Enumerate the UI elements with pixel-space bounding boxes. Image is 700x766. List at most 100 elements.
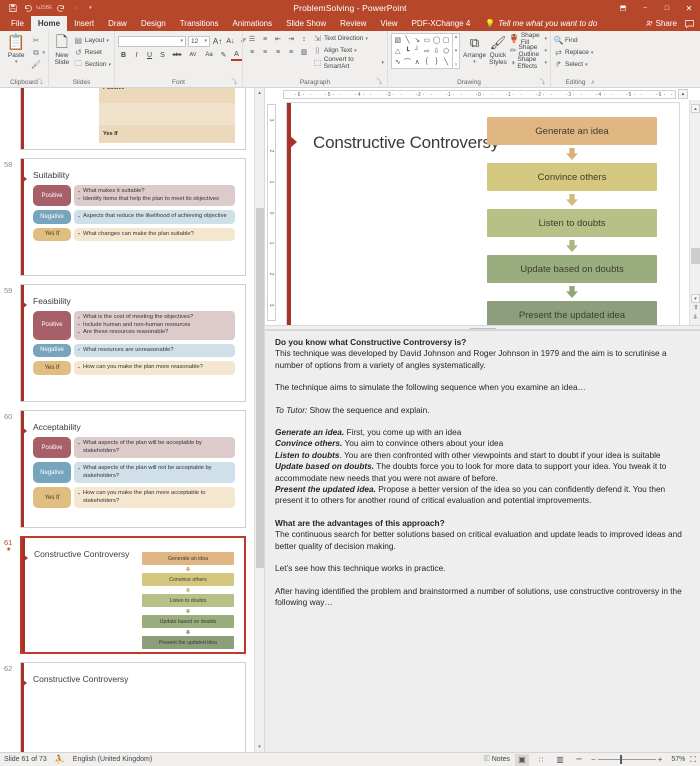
- shapes-gallery[interactable]: ▧ ╲ ↘ ▭ ◯ ▢ △ ┗ ┘ ⇨ ⇩ ⬠ ∿ ⌒ ∧ {} ╲ ▴ ▾ …: [391, 33, 460, 69]
- scrollbar-thumb[interactable]: [256, 208, 264, 568]
- find-button[interactable]: 🔍 Find: [554, 35, 593, 46]
- scroll-up-icon[interactable]: ▴: [255, 88, 264, 98]
- clipboard-dialog-launcher-icon[interactable]: ⤵: [37, 78, 43, 88]
- undo-icon[interactable]: [21, 1, 35, 15]
- scroll-down-icon[interactable]: ▾: [691, 294, 700, 303]
- flow-diagram[interactable]: Generate an idea Convince others Listen …: [487, 117, 657, 329]
- slide-thumbnail-59[interactable]: Feasibility Positive What is the cost of…: [20, 284, 246, 402]
- slide-thumbnail-58[interactable]: Suitability Positive What makes it suita…: [20, 158, 246, 276]
- shape-curve-icon[interactable]: ∿: [393, 56, 403, 67]
- horizontal-ruler-bar[interactable]: 6 5 4 3 2 1 0 1 2 3 4 5 6: [283, 89, 676, 99]
- zoom-out-button[interactable]: −: [591, 755, 596, 764]
- new-slide-button[interactable]: 🗋 New Slide: [52, 33, 72, 67]
- tab-home[interactable]: Home: [30, 16, 68, 31]
- minimize-button[interactable]: −: [634, 0, 656, 16]
- shape-arrow-icon[interactable]: ↘: [412, 35, 422, 46]
- shape-elbow-icon[interactable]: ┗: [403, 46, 413, 57]
- shape-effects-button[interactable]: ◑ Shape Effects ▾: [510, 56, 547, 70]
- shape-pentagon-icon[interactable]: ⬠: [441, 46, 451, 57]
- tab-insert[interactable]: Insert: [67, 16, 101, 31]
- next-slide-icon[interactable]: ⥥: [691, 314, 700, 323]
- shape-oval-icon[interactable]: ◯: [432, 35, 442, 46]
- paste-button[interactable]: 📋 Paste ▾: [3, 33, 29, 66]
- slide-sorter-view-button[interactable]: ∷: [534, 754, 548, 766]
- thumbnail-scrollbar[interactable]: ▴ ▾: [254, 88, 264, 752]
- strikethrough-button[interactable]: abc: [170, 50, 184, 61]
- italic-button[interactable]: I: [131, 50, 142, 61]
- paragraph-dialog-launcher-icon[interactable]: ⤵: [376, 78, 382, 88]
- format-painter-button[interactable]: 🖌: [31, 59, 45, 70]
- gallery-down-icon[interactable]: ▾: [455, 48, 458, 54]
- tab-pdf-xchange[interactable]: PDF-XChange 4: [405, 16, 478, 31]
- text-shadow-button[interactable]: S: [157, 50, 168, 61]
- vertical-ruler[interactable]: 3 2 1 0 1 2 3: [265, 100, 277, 325]
- slide-show-view-button[interactable]: ⎓: [572, 754, 586, 766]
- tab-slide-show[interactable]: Slide Show: [279, 16, 333, 31]
- flow-step-convince-others[interactable]: Convince others: [487, 163, 657, 191]
- ribbon-display-options-icon[interactable]: ⬒: [612, 0, 634, 16]
- arrange-button[interactable]: ⧉ Arrange ▾: [463, 33, 486, 66]
- share-button[interactable]: Share: [646, 19, 677, 28]
- thumbnail-frame-61[interactable]: Constructive Controversy Generate an ide…: [20, 536, 254, 654]
- shape-rounded-rect-icon[interactable]: ▢: [441, 35, 451, 46]
- section-button[interactable]: 🗀 Section ▾: [74, 59, 111, 70]
- zoom-in-button[interactable]: +: [658, 755, 663, 764]
- thumbnail-frame[interactable]: Positive Negative Yes If: [20, 88, 254, 150]
- character-spacing-button[interactable]: AV: [186, 50, 200, 61]
- tab-draw[interactable]: Draw: [101, 16, 134, 31]
- ruler-scroll-up-icon[interactable]: ▴: [678, 89, 688, 99]
- save-icon[interactable]: [6, 1, 20, 15]
- shape-left-brace-icon[interactable]: {: [422, 56, 432, 67]
- font-color-button[interactable]: A: [231, 50, 242, 61]
- select-button[interactable]: ↱ Select ▾: [554, 59, 593, 70]
- increase-font-size-button[interactable]: A↑: [212, 36, 223, 47]
- convert-to-smartart-button[interactable]: ⬚ Convert to SmartArt ▾: [313, 56, 384, 70]
- language-indicator[interactable]: English (United Kingdom): [73, 756, 152, 763]
- zoom-slider-track[interactable]: [597, 755, 656, 764]
- tab-design[interactable]: Design: [134, 16, 173, 31]
- thumbnail-frame-60[interactable]: Acceptability Positive What aspects of t…: [20, 410, 254, 528]
- tab-view[interactable]: View: [373, 16, 404, 31]
- quick-styles-button[interactable]: 🖌 Quick Styles: [489, 33, 507, 66]
- slide-indicator[interactable]: Slide 61 of 73: [4, 756, 47, 763]
- normal-view-button[interactable]: ▣: [515, 753, 530, 766]
- tab-transitions[interactable]: Transitions: [173, 16, 226, 31]
- vertical-ruler-bar[interactable]: 3 2 1 0 1 2 3: [266, 104, 276, 321]
- slide-title[interactable]: Constructive Controversy: [313, 133, 499, 153]
- scroll-down-icon[interactable]: ▾: [255, 742, 264, 752]
- shapes-grid[interactable]: ▧ ╲ ↘ ▭ ◯ ▢ △ ┗ ┘ ⇨ ⇩ ⬠ ∿ ⌒ ∧ {} ╲: [391, 33, 453, 69]
- notes-text[interactable]: Do you know what Constructive Controvers…: [265, 331, 700, 752]
- font-dialog-launcher-icon[interactable]: ⤵: [231, 78, 237, 88]
- animation-indicator-icon[interactable]: ★: [4, 547, 20, 553]
- shape-textbox-icon[interactable]: ▧: [393, 35, 403, 46]
- notes-button[interactable]: 🗉 Notes: [484, 753, 510, 766]
- zoom-level-label[interactable]: 57%: [667, 756, 685, 763]
- thumbnail-row-61[interactable]: 61 ★ Constructive Controversy Generate a…: [0, 536, 254, 654]
- flow-step-generate-an-idea[interactable]: Generate an idea: [487, 117, 657, 145]
- touch-mode-icon[interactable]: ⁙: [68, 1, 82, 15]
- shape-line2-icon[interactable]: ╲: [441, 56, 451, 67]
- columns-button[interactable]: ▥: [298, 47, 310, 58]
- text-highlight-color-button[interactable]: ✎: [218, 50, 229, 61]
- increase-indent-button[interactable]: ⇥: [285, 34, 297, 45]
- close-button[interactable]: ✕: [678, 0, 700, 16]
- cut-button[interactable]: ✂: [31, 35, 45, 46]
- maximize-button[interactable]: □: [656, 0, 678, 16]
- shape-rectangle-icon[interactable]: ▭: [422, 35, 432, 46]
- shape-elbow2-icon[interactable]: ┘: [412, 46, 422, 57]
- comments-button[interactable]: [685, 19, 694, 28]
- zoom-slider[interactable]: − +: [591, 755, 662, 764]
- thumbnail-row-58[interactable]: 58 Suitability Positive What makes it su…: [0, 158, 254, 276]
- tell-me-box[interactable]: 💡 Tell me what you want to do: [477, 16, 605, 31]
- numbering-button[interactable]: ≡: [259, 34, 271, 45]
- tab-file[interactable]: File: [4, 16, 31, 31]
- align-right-button[interactable]: ≡: [272, 47, 284, 58]
- editor-vertical-scrollbar[interactable]: ▴ ▾ ⥣ ⥥: [689, 100, 700, 325]
- thumbnail-row-60[interactable]: 60 Acceptability Positive What aspects o…: [0, 410, 254, 528]
- shape-arc-icon[interactable]: ⌒: [403, 56, 413, 67]
- font-size-combobox[interactable]: 12 ▾: [188, 35, 210, 47]
- shape-triangle-icon[interactable]: △: [393, 46, 403, 57]
- slide-thumbnail-60[interactable]: Acceptability Positive What aspects of t…: [20, 410, 246, 528]
- thumbnail-row-59[interactable]: 59 Feasibility Positive What is the cost…: [0, 284, 254, 402]
- align-left-button[interactable]: ≡: [246, 47, 258, 58]
